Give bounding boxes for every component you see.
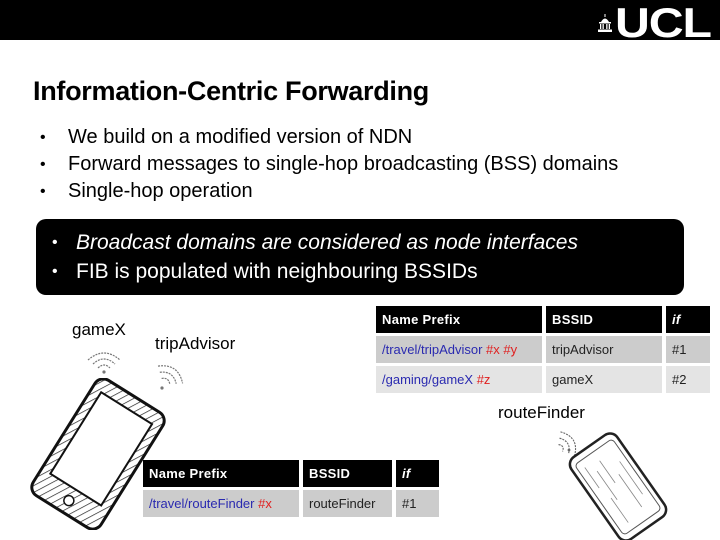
callout-box: • Broadcast domains are considered as nod… — [36, 219, 684, 295]
table-header-row: Name Prefix BSSID if — [376, 306, 710, 333]
column-header-bssid: BSSID — [546, 306, 662, 333]
prefix-text: /travel/tripAdvisor — [382, 342, 483, 357]
column-header-name-prefix: Name Prefix — [143, 460, 299, 487]
cell-name-prefix: /gaming/gameX #z — [376, 366, 542, 393]
bullet-item: • We build on a modified version of NDN — [40, 124, 618, 151]
bullet-list: • We build on a modified version of NDN •… — [40, 124, 618, 205]
callout-text: Broadcast domains are considered as node… — [76, 231, 578, 254]
table-row: /travel/routeFinder #x routeFinder #1 — [143, 490, 439, 517]
bullet-marker: • — [52, 234, 58, 251]
node-label-tripadvisor: tripAdvisor — [155, 334, 236, 353]
wifi-signal-icon — [87, 352, 121, 374]
smartphone-icon — [568, 432, 668, 540]
bullet-item: • Forward messages to single-hop broadcas… — [40, 151, 618, 178]
tag-text: #x — [258, 496, 272, 511]
column-header-if: if — [666, 306, 710, 333]
cell-bssid: tripAdvisor — [546, 336, 662, 363]
portico-dome-icon — [597, 14, 612, 32]
bullet-text: We build on a modified version of NDN — [68, 126, 413, 148]
table-row: /travel/tripAdvisor #x #y tripAdvisor #1 — [376, 336, 710, 363]
bullet-marker: • — [40, 129, 46, 146]
column-header-name-prefix: Name Prefix — [376, 306, 542, 333]
fib-table-routefinder: Name Prefix BSSID if /travel/routeFinder… — [139, 457, 443, 520]
header-bar: UCL — [0, 0, 720, 44]
cell-name-prefix: /travel/tripAdvisor #x #y — [376, 336, 542, 363]
node-label-gamex: gameX — [72, 320, 126, 339]
bullet-marker: • — [40, 156, 46, 173]
node-label-routefinder: routeFinder — [498, 403, 585, 422]
bullet-marker: • — [52, 263, 58, 280]
prefix-text: /gaming/gameX — [382, 372, 474, 387]
fib-table-gamex: Name Prefix BSSID if /travel/tripAdvisor… — [372, 303, 714, 396]
callout-text: FIB is populated with neighbouring BSSID… — [76, 260, 478, 283]
tag-text: #z — [476, 372, 491, 387]
table-row: /gaming/gameX #z gameX #2 — [376, 366, 710, 393]
bullet-text: Forward messages to single-hop broadcast… — [68, 153, 619, 175]
cell-if: #1 — [396, 490, 439, 517]
ucl-logo: UCL — [597, 2, 712, 44]
callout-item: • Broadcast domains are considered as nod… — [52, 228, 684, 257]
callout-item: • FIB is populated with neighbouring BSSI… — [52, 257, 684, 286]
cell-name-prefix: /travel/routeFinder #x — [143, 490, 299, 517]
cell-bssid: routeFinder — [303, 490, 392, 517]
tag-text: #x #y — [486, 342, 518, 357]
logo-text: UCL — [614, 0, 712, 46]
slide-title: Information-Centric Forwarding — [33, 76, 430, 106]
table-header-row: Name Prefix BSSID if — [143, 460, 439, 487]
bullet-marker: • — [40, 183, 46, 200]
bullet-item: • Single-hop operation — [40, 178, 618, 205]
prefix-text: /travel/routeFinder — [149, 496, 255, 511]
cell-bssid: gameX — [546, 366, 662, 393]
cell-if: #2 — [666, 366, 710, 393]
cell-if: #1 — [666, 336, 710, 363]
bullet-text: Single-hop operation — [68, 180, 253, 202]
callout-list: • Broadcast domains are considered as nod… — [52, 228, 684, 286]
column-header-bssid: BSSID — [303, 460, 392, 487]
column-header-if: if — [396, 460, 439, 487]
